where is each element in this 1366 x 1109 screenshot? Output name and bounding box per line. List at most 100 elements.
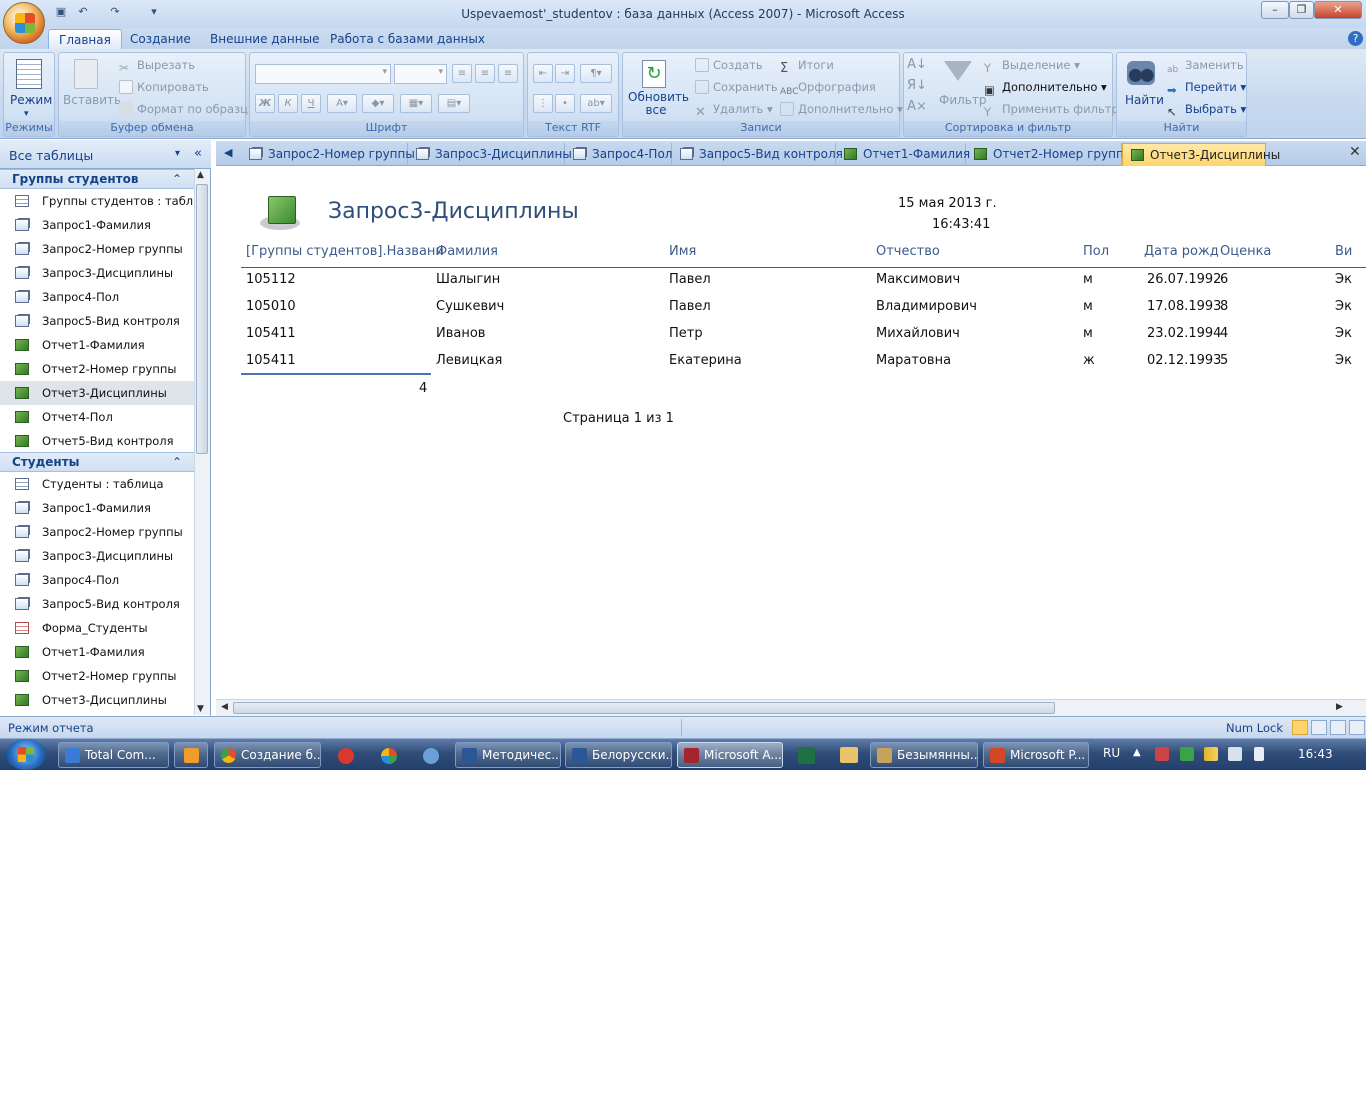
scroll-up-icon[interactable]: ▲ <box>197 170 204 180</box>
nav-item[interactable]: Запрос4-Пол <box>0 285 194 309</box>
office-button[interactable] <box>3 2 45 44</box>
nav-item[interactable]: Отчет2-Номер группы <box>0 357 194 381</box>
totals-button[interactable]: Σ Итоги <box>780 56 834 76</box>
format-painter-button[interactable]: Формат по образцу <box>119 100 255 118</box>
nav-item[interactable]: Запрос1-Фамилия <box>0 213 194 237</box>
selection-button[interactable]: Y Выделение ▾ <box>984 56 1080 75</box>
doc-tab[interactable]: Запрос4-Пол <box>565 143 672 166</box>
doc-tab[interactable]: Отчет2-Номер группы <box>966 143 1133 166</box>
clear-sort-icon[interactable]: A⨯ <box>907 98 927 117</box>
scroll-left-icon[interactable]: ◀ <box>221 702 228 712</box>
nav-menu-dropdown-icon[interactable]: ▾ <box>175 148 185 159</box>
bold-button[interactable]: Ж <box>255 94 275 113</box>
excel-icon[interactable] <box>798 747 815 764</box>
nav-collapse-icon[interactable]: « <box>194 146 202 161</box>
print-preview-icon[interactable] <box>1311 720 1327 735</box>
app-icon-chrome[interactable] <box>381 748 397 764</box>
underline-button[interactable]: Ч <box>301 94 321 113</box>
nav-item[interactable]: Студенты : таблица <box>0 472 194 496</box>
tab-external-data[interactable]: Внешние данные <box>200 29 329 50</box>
nav-item[interactable]: Запрос3-Дисциплины <box>0 261 194 285</box>
nav-item[interactable]: Отчет3-Дисциплины <box>0 381 194 405</box>
scroll-right-icon[interactable]: ▶ <box>1336 702 1343 712</box>
goto-button[interactable]: ➡ Перейти ▾ <box>1167 78 1246 97</box>
doc-tab[interactable]: Запрос2-Номер группы <box>241 143 415 166</box>
close-document-icon[interactable]: ✕ <box>1349 144 1361 160</box>
italic-button[interactable]: К <box>278 94 298 113</box>
advanced-filter-button[interactable]: ▣ Дополнительно ▾ <box>984 78 1107 97</box>
filter-button[interactable]: Фильтр <box>939 91 986 109</box>
find-button[interactable]: Найти <box>1125 91 1164 109</box>
nav-item[interactable]: Группы студентов : табли... <box>0 189 194 213</box>
tab-scroll-left-icon[interactable]: ◀ <box>224 146 232 159</box>
font-name-combo[interactable]: ▾ <box>255 64 391 84</box>
close-button[interactable]: ✕ <box>1314 1 1362 19</box>
select-button[interactable]: ↖ Выбрать ▾ <box>1167 100 1246 119</box>
nav-item[interactable]: Запрос2-Номер группы <box>0 237 194 261</box>
toggle-filter-button[interactable]: Y Применить фильтр <box>984 100 1119 119</box>
language-indicator[interactable]: RU <box>1103 746 1120 760</box>
hscroll-thumb[interactable] <box>233 702 1055 714</box>
cut-button[interactable]: ✂ Вырезать <box>119 56 195 75</box>
battery-tray-icon[interactable] <box>1254 747 1264 761</box>
alternate-fill-icon[interactable]: ▤▾ <box>438 94 470 113</box>
scroll-down-icon[interactable]: ▼ <box>197 704 204 714</box>
taskbar-item-chrome[interactable]: Создание б... <box>214 742 321 768</box>
nav-item[interactable]: Запрос3-Дисциплины <box>0 544 194 568</box>
taskbar-item-total-commander[interactable]: Total Com... <box>58 742 169 768</box>
numbering-icon[interactable]: ⋮ <box>533 94 553 113</box>
nav-item[interactable]: Отчет4-Пол <box>0 405 194 429</box>
folder-icon[interactable] <box>840 747 858 763</box>
nav-item[interactable]: Отчет3-Дисциплины <box>0 688 194 712</box>
nav-header[interactable]: Все таблицы ▾ « <box>0 140 211 169</box>
taskbar-media-player[interactable] <box>174 742 208 768</box>
taskbar-item-powerpoint[interactable]: Microsoft P... <box>983 742 1089 768</box>
update-tray-icon[interactable] <box>1180 747 1194 761</box>
nav-item[interactable]: Запрос2-Номер группы <box>0 520 194 544</box>
save-record-button[interactable]: Сохранить <box>695 78 778 96</box>
taskbar-item-paint[interactable]: Безымянны... <box>870 742 978 768</box>
nav-item[interactable]: Отчет2-Номер группы <box>0 664 194 688</box>
decrease-indent-icon[interactable]: ⇤ <box>533 64 553 83</box>
bullets-icon[interactable]: • <box>555 94 575 113</box>
collapse-section-icon[interactable]: ⌃ <box>172 170 182 188</box>
view-button[interactable]: Режим <box>10 91 52 109</box>
new-record-button[interactable]: Создать <box>695 56 763 74</box>
nav-item[interactable]: Отчет1-Фамилия <box>0 333 194 357</box>
delete-record-button[interactable]: ✕ Удалить ▾ <box>695 100 773 120</box>
align-right-icon[interactable]: ≡ <box>498 64 518 83</box>
taskbar-item-access[interactable]: Microsoft A... <box>677 742 783 768</box>
clock[interactable]: 16:43 <box>1298 747 1333 761</box>
paragraph-icon[interactable]: ¶▾ <box>580 64 612 83</box>
doc-tab[interactable]: Запрос5-Вид контроля <box>672 143 843 166</box>
doc-tab[interactable]: Отчет3-Дисциплины <box>1122 143 1280 166</box>
nav-scrollbar[interactable]: ▲ ▼ <box>194 169 210 715</box>
font-size-combo[interactable]: ▾ <box>394 64 447 84</box>
sort-ascending-icon[interactable]: A↓ <box>907 56 927 75</box>
highlight-icon[interactable]: ab▾ <box>580 94 612 113</box>
design-view-icon[interactable] <box>1349 720 1365 735</box>
align-left-icon[interactable]: ≡ <box>452 64 472 83</box>
nav-section-header[interactable]: Группы студентов ⌃ <box>0 169 194 189</box>
nav-item[interactable]: Отчет1-Фамилия <box>0 640 194 664</box>
minimize-button[interactable]: – <box>1261 1 1289 19</box>
gridlines-icon[interactable]: ▦▾ <box>400 94 432 113</box>
volume-tray-icon[interactable] <box>1228 747 1242 761</box>
app-icon-globe[interactable] <box>423 748 439 764</box>
doc-tab[interactable]: Запрос3-Дисциплины <box>408 143 572 166</box>
security-tray-icon[interactable] <box>1155 747 1169 761</box>
taskbar-item-word-1[interactable]: Методичес... <box>455 742 561 768</box>
copy-button[interactable]: Копировать <box>119 78 209 96</box>
paste-button[interactable]: Вставить <box>63 91 121 109</box>
taskbar-item-word-2[interactable]: Белорусски... <box>565 742 672 768</box>
tab-home[interactable]: Главная <box>48 29 122 50</box>
nav-item[interactable]: Запрос4-Пол <box>0 568 194 592</box>
report-view-icon[interactable] <box>1292 720 1308 735</box>
help-icon[interactable]: ? <box>1348 31 1363 46</box>
sort-descending-icon[interactable]: Я↓ <box>907 77 927 96</box>
font-color-icon[interactable]: A▾ <box>327 94 357 113</box>
tab-database-tools[interactable]: Работа с базами данных <box>320 29 495 50</box>
nav-item[interactable]: Отчет5-Вид контроля <box>0 429 194 453</box>
collapse-section-icon[interactable]: ⌃ <box>172 453 182 471</box>
tab-create[interactable]: Создание <box>120 29 201 50</box>
